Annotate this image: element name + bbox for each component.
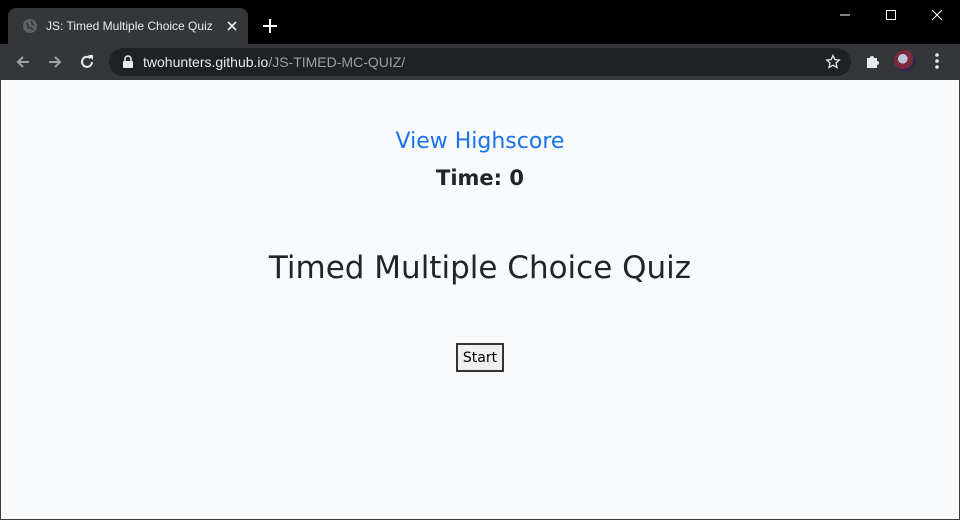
timer-display: Time: 0 [436, 166, 524, 190]
tab-title: JS: Timed Multiple Choice Quiz [46, 19, 213, 33]
star-icon[interactable] [825, 53, 841, 70]
arrow-left-icon[interactable] [11, 50, 35, 74]
avatar[interactable] [894, 50, 916, 72]
plus-icon[interactable] [260, 16, 280, 36]
url-host: twohunters.github.io [143, 54, 269, 70]
arrow-right-icon[interactable] [43, 50, 67, 74]
address-bar[interactable]: twohunters.github.io/JS-TIMED-MC-QUIZ/ [109, 48, 851, 76]
window-close-icon[interactable] [914, 0, 960, 30]
page-title: Timed Multiple Choice Quiz [268, 250, 692, 286]
page-viewport: View Highscore Time: 0 Timed Multiple Ch… [1, 80, 959, 519]
view-highscore-link[interactable]: View Highscore [1, 129, 959, 154]
minimize-icon[interactable] [822, 0, 868, 30]
start-button[interactable]: Start [456, 343, 504, 372]
lock-icon[interactable] [121, 55, 135, 69]
browser-titlebar: JS: Timed Multiple Choice Quiz [0, 0, 960, 44]
url-path: /JS-TIMED-MC-QUIZ/ [268, 54, 406, 70]
close-icon[interactable] [224, 18, 240, 34]
url-text: twohunters.github.io/JS-TIMED-MC-QUIZ/ [143, 54, 405, 70]
globe-icon [22, 18, 38, 34]
reload-icon[interactable] [75, 50, 99, 74]
puzzle-icon[interactable] [864, 52, 882, 70]
kebab-menu-icon[interactable] [930, 52, 944, 70]
maximize-icon[interactable] [868, 0, 914, 30]
browser-tab[interactable]: JS: Timed Multiple Choice Quiz [8, 8, 248, 44]
browser-toolbar: twohunters.github.io/JS-TIMED-MC-QUIZ/ [0, 44, 960, 80]
